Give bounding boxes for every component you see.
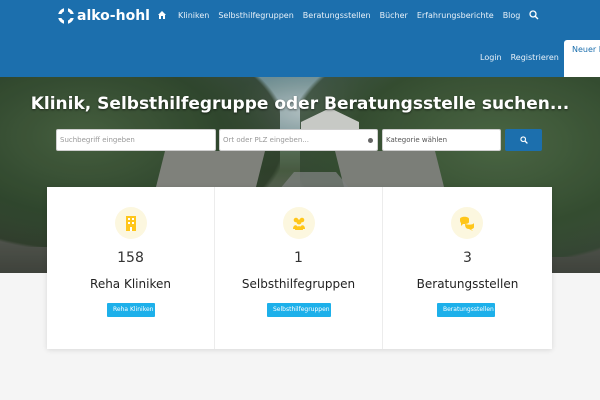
account-links: Login Registrieren	[480, 53, 559, 62]
card-title: Selbsthilfegruppen	[241, 277, 356, 291]
selbsthilfegruppen-button[interactable]: Selbsthilfegruppen	[267, 303, 331, 317]
group-icon	[293, 217, 305, 230]
register-link[interactable]: Registrieren	[511, 53, 559, 62]
card-count: 3	[463, 250, 472, 266]
chat-icon	[460, 216, 474, 231]
location-icon[interactable]	[368, 138, 373, 143]
logo-icon	[58, 8, 74, 24]
login-link[interactable]: Login	[480, 53, 502, 62]
building-icon-container	[115, 207, 147, 239]
logo[interactable]: alko-hohl	[58, 8, 150, 24]
card-title: Reha Kliniken	[90, 277, 171, 291]
new-entry-button[interactable]: Neuer E	[564, 40, 600, 77]
card-title: Beratungsstellen	[416, 277, 519, 291]
card-reha-kliniken: 158 Reha Kliniken Reha Kliniken	[47, 187, 215, 349]
main-nav: Kliniken Selbsthilfegruppen Beratungsste…	[157, 10, 539, 20]
home-icon[interactable]	[157, 10, 167, 20]
nav-selbsthilfegruppen[interactable]: Selbsthilfegruppen	[218, 11, 293, 20]
location-placeholder: Ort oder PLZ eingeben...	[223, 136, 309, 144]
beratungsstellen-button[interactable]: Beratungsstellen	[437, 303, 495, 317]
page: alko-hohl Kliniken Selbsthilfegruppen Be…	[0, 0, 600, 400]
logo-text: alko-hohl	[77, 8, 150, 24]
category-select[interactable]: Kategorie wählen	[382, 129, 501, 151]
nav-blog[interactable]: Blog	[503, 11, 521, 20]
building-icon	[126, 216, 136, 231]
reha-kliniken-button[interactable]: Reha Kliniken	[107, 303, 155, 317]
search-input[interactable]: Suchbegriff eingeben	[56, 129, 216, 151]
nav-beratungsstellen[interactable]: Beratungsstellen	[303, 11, 371, 20]
card-count: 1	[294, 250, 303, 266]
search-button-icon	[520, 136, 528, 144]
nav-erfahrungsberichte[interactable]: Erfahrungsberichte	[417, 11, 494, 20]
hero-title: Klinik, Selbsthilfegruppe oder Beratungs…	[30, 94, 570, 114]
header: alko-hohl Kliniken Selbsthilfegruppen Be…	[0, 0, 600, 77]
nav-kliniken[interactable]: Kliniken	[178, 11, 209, 20]
location-input[interactable]: Ort oder PLZ eingeben...	[219, 129, 378, 151]
card-selbsthilfegruppen: 1 Selbsthilfegruppen Selbsthilfegruppen	[215, 187, 383, 349]
group-icon-container	[283, 207, 315, 239]
nav-buecher[interactable]: Bücher	[380, 11, 408, 20]
search-icon[interactable]	[529, 10, 539, 20]
search-button[interactable]	[505, 129, 542, 151]
card-count: 158	[117, 250, 144, 266]
chat-icon-container	[451, 207, 483, 239]
category-cards: 158 Reha Kliniken Reha Kliniken 1 Selbst…	[47, 187, 552, 349]
card-beratungsstellen: 3 Beratungsstellen Beratungsstellen	[383, 187, 552, 349]
